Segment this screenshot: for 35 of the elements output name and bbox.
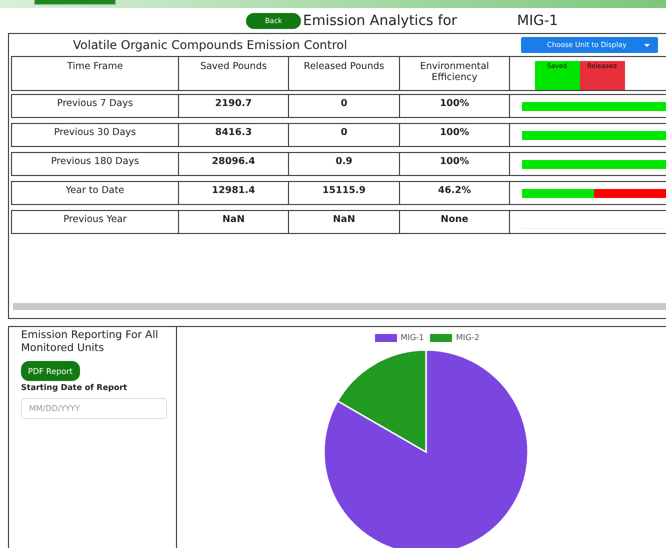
- table-cell: Previous Year: [12, 211, 179, 233]
- pdf-report-button[interactable]: PDF Report: [21, 361, 80, 381]
- column-header: Environmental Efficiency: [400, 57, 510, 90]
- caret-icon: [644, 44, 650, 46]
- table-cell: NaN: [179, 211, 289, 233]
- table-cell: Previous 180 Days: [12, 153, 179, 175]
- table-cell: 15115.9: [289, 182, 400, 204]
- column-header: Time Frame: [12, 57, 179, 90]
- legend-label: MIG-2: [456, 333, 480, 342]
- table-cell: 2190.7: [179, 95, 289, 117]
- table-cell: 0.9: [289, 153, 400, 175]
- page-title: Emission Analytics for: [303, 13, 458, 29]
- column-header: Saved Pounds: [179, 57, 289, 90]
- legend-label: MIG-1: [400, 333, 424, 342]
- table-cell: 0: [289, 95, 400, 117]
- table-cell: 12981.4: [179, 182, 289, 204]
- column-header: Released Pounds: [289, 57, 400, 90]
- panel-title: Volatile Organic Compounds Emission Control: [73, 38, 348, 52]
- table-cell: NaN: [289, 211, 400, 233]
- table-cell: 100%: [400, 95, 510, 117]
- scrollbar[interactable]: [13, 303, 666, 310]
- table-cell: Previous 7 Days: [12, 95, 179, 117]
- date-label: Starting Date of Report: [21, 383, 128, 392]
- table-cell: 46.2%: [400, 182, 510, 204]
- table-cell: 100%: [400, 153, 510, 175]
- date-field[interactable]: MM/DD/YYYY: [21, 398, 167, 419]
- table-cell: Previous 30 Days: [12, 124, 179, 146]
- table-cell: Year to Date: [12, 182, 179, 204]
- table-cell: 100%: [400, 124, 510, 146]
- unit-name: MIG-1: [517, 13, 558, 29]
- report-title: Emission Reporting For All Monitored Units: [21, 329, 160, 355]
- table-cell: 0: [289, 124, 400, 146]
- table-cell: 8416.3: [179, 124, 289, 146]
- table-cell: 28096.4: [179, 153, 289, 175]
- table-cell: None: [400, 211, 510, 233]
